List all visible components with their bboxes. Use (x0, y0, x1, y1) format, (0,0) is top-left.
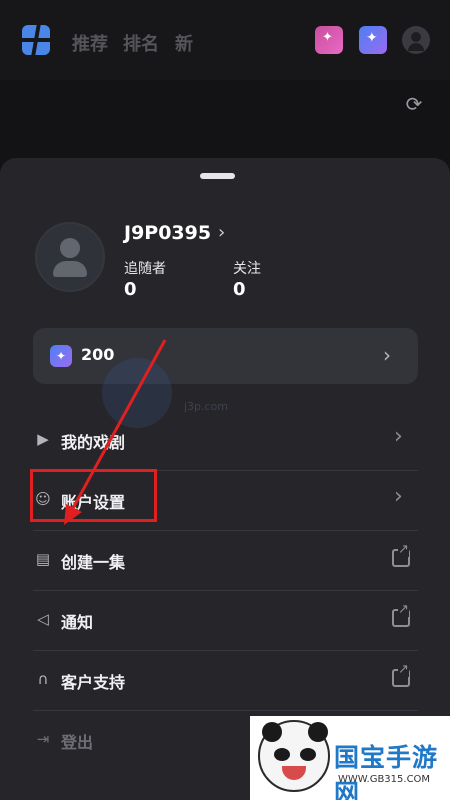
badge-title: 国宝手游网 (334, 743, 439, 800)
watermark-logo-icon (102, 358, 172, 428)
gem-icon[interactable] (359, 26, 387, 54)
avatar-icon[interactable] (402, 26, 430, 54)
chevron-right-icon: › (383, 343, 391, 367)
menu-item-label: 创建一集 (61, 553, 126, 572)
logout-icon: ⇥ (36, 730, 50, 748)
tab-recommended[interactable]: 推荐 (72, 30, 108, 56)
top-bar: 推荐 排名 新 (0, 0, 450, 80)
menu-item-label: 我的戏剧 (61, 433, 126, 452)
watermark-url: j3p.com (184, 400, 229, 413)
menu-item-notifications[interactable]: ◁ 通知 (0, 590, 450, 650)
following-label: 关注 (233, 261, 261, 277)
external-link-icon (392, 663, 410, 687)
menu-item-label: 客户支持 (61, 673, 126, 692)
menu-item-create-episode[interactable]: ▤ 创建一集 (0, 530, 450, 590)
menu-item-label: 通知 (61, 613, 94, 632)
chevron-right-icon[interactable]: › (218, 222, 225, 243)
profile-avatar[interactable] (35, 222, 105, 292)
gem-icon: ✦ (50, 345, 72, 367)
menu-item-customer-support[interactable]: ∩ 客户支持 (0, 650, 450, 710)
shop-bag-icon[interactable] (315, 26, 343, 54)
badge-url: WWW.GB315.COM (338, 774, 431, 785)
following-value[interactable]: 0 (233, 279, 246, 300)
followers-label: 追随者 (124, 261, 166, 277)
create-icon: ▤ (35, 550, 51, 568)
chevron-right-icon: › (394, 424, 403, 449)
megaphone-icon: ◁ (37, 610, 49, 628)
refresh-icon[interactable]: ⟳ (402, 92, 426, 116)
external-link-icon (392, 543, 410, 567)
username[interactable]: J9P0395 (124, 222, 211, 244)
annotation-highlight-box (30, 469, 157, 522)
chevron-right-icon: › (394, 484, 403, 509)
sheet-grabber[interactable] (200, 173, 235, 179)
tab-ranking[interactable]: 排名 (123, 30, 159, 56)
app-logo-icon[interactable] (22, 25, 50, 55)
external-link-icon (392, 603, 410, 627)
play-icon: ▶ (37, 430, 49, 448)
panda-logo-icon (258, 720, 330, 792)
menu-item-label: 登出 (61, 733, 94, 752)
tab-new[interactable]: 新 (175, 30, 193, 56)
headset-icon: ∩ (37, 670, 49, 688)
site-watermark: j3p.com (102, 358, 362, 428)
site-badge: 国宝手游网 WWW.GB315.COM (250, 716, 450, 800)
followers-value[interactable]: 0 (124, 279, 137, 300)
